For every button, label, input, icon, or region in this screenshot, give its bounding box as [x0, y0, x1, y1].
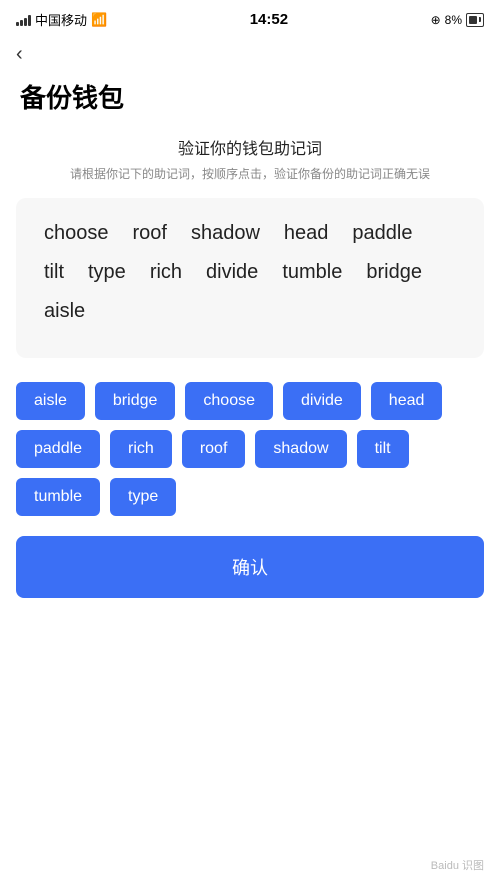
back-button[interactable]: ‹	[0, 35, 39, 70]
status-bar: 中国移动 📶 14:52 ⊕ 8%	[0, 0, 500, 35]
display-word: rich	[138, 257, 194, 288]
tag-word-button[interactable]: rich	[110, 430, 172, 468]
display-word: roof	[121, 218, 179, 249]
status-left: 中国移动 📶	[16, 10, 107, 29]
tag-word-button[interactable]: divide	[283, 382, 361, 420]
tag-word-button[interactable]: head	[371, 382, 443, 420]
tag-word-button[interactable]: type	[110, 478, 176, 516]
display-word: type	[76, 257, 138, 288]
tag-word-button[interactable]: aisle	[16, 382, 85, 420]
tags-area: aisle bridge choose divide head paddle richroo…	[16, 382, 484, 516]
section-title: 验证你的钱包助记词	[0, 135, 500, 159]
tag-word-button[interactable]: paddle	[16, 430, 100, 468]
display-word: aisle	[32, 296, 97, 327]
display-word: bridge	[354, 257, 434, 288]
section-description: 请根据你记下的助记词，按顺序点击，验证你备份的助记词正确无误	[0, 165, 500, 184]
tag-word-button[interactable]: bridge	[95, 382, 175, 420]
tag-word-button[interactable]: tumble	[16, 478, 100, 516]
page-title: 备份钱包	[0, 70, 500, 135]
signal-icon	[16, 14, 31, 26]
display-word: shadow	[179, 218, 272, 249]
watermark: Baidu 识图	[431, 857, 484, 873]
word-display-area: chooseroofshadowheadpaddle tilttyperichdi…	[32, 218, 468, 327]
display-word: choose	[32, 218, 121, 249]
display-word: tumble	[270, 257, 354, 288]
battery-icon	[466, 13, 484, 27]
alert-icon: ⊕	[431, 13, 441, 27]
battery-label: 8%	[445, 13, 462, 27]
display-word: tilt	[32, 257, 76, 288]
tag-word-button[interactable]: shadow	[255, 430, 346, 468]
confirm-button[interactable]: 确认	[16, 536, 484, 598]
display-word: head	[272, 218, 341, 249]
tag-word-button[interactable]: tilt	[357, 430, 409, 468]
display-word: paddle	[340, 218, 424, 249]
time-label: 14:52	[250, 11, 288, 28]
carrier-label: 中国移动	[35, 10, 87, 29]
tag-word-button[interactable]: roof	[182, 430, 246, 468]
status-right: ⊕ 8%	[431, 13, 484, 27]
word-display-box: chooseroofshadowheadpaddle tilttyperichdi…	[16, 198, 484, 358]
tag-word-button[interactable]: choose	[185, 382, 273, 420]
wifi-icon: 📶	[91, 12, 107, 28]
display-word: divide	[194, 257, 270, 288]
